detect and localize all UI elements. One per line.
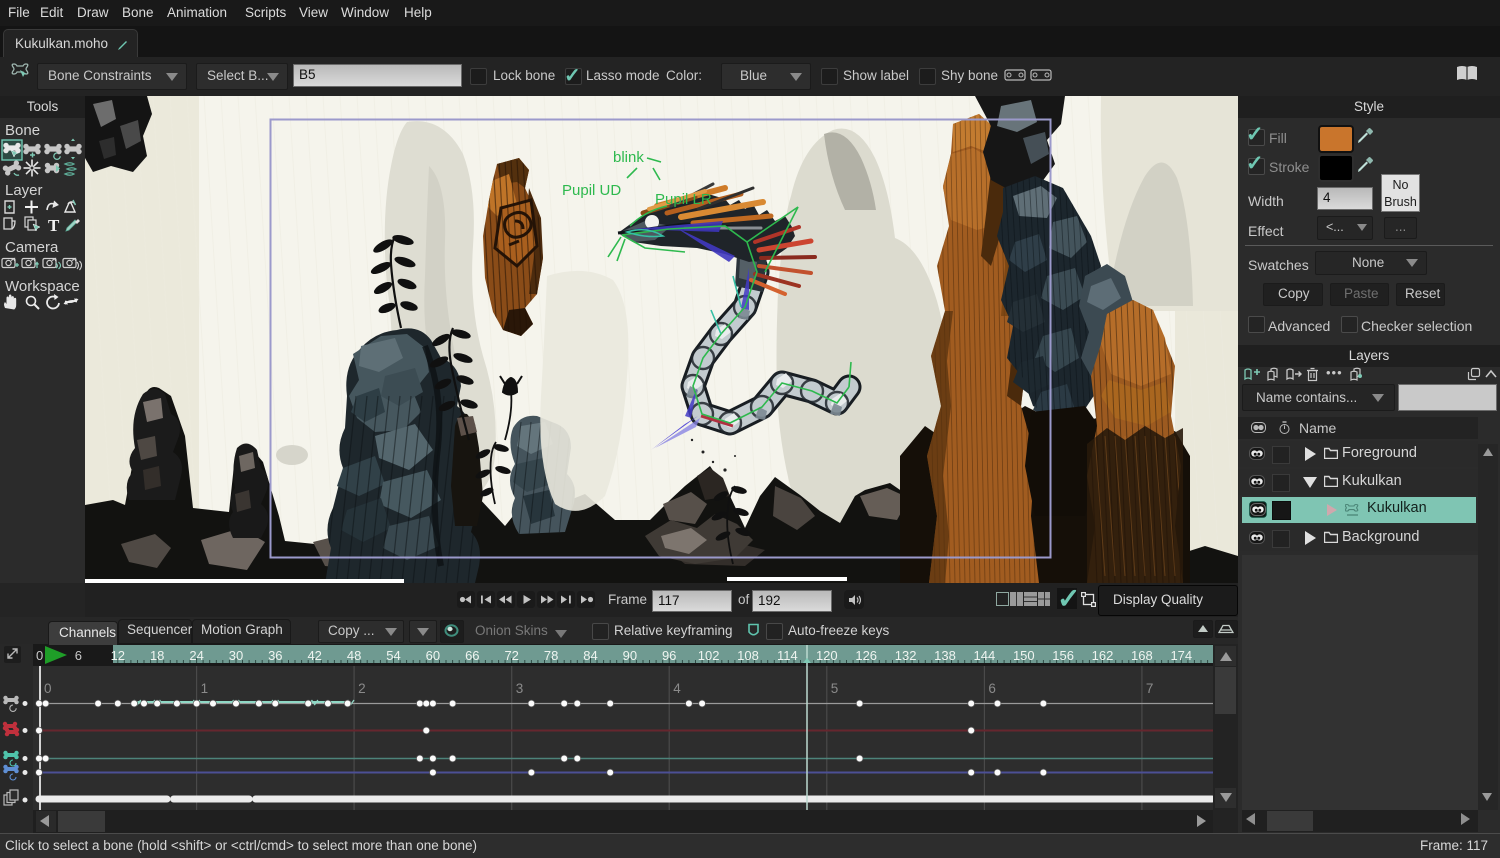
svg-text:0: 0 [44,681,52,696]
svg-text:Pupil LR: Pupil LR [655,191,712,208]
svg-text:54: 54 [386,648,400,663]
svg-text:7: 7 [1146,681,1154,696]
svg-text:84: 84 [583,648,597,663]
svg-text:174: 174 [1170,648,1192,663]
svg-text:156: 156 [1052,648,1074,663]
svg-text:66: 66 [465,648,479,663]
svg-text:42: 42 [307,648,321,663]
svg-text:6: 6 [75,648,82,663]
svg-text:114: 114 [777,648,798,663]
svg-text:150: 150 [1013,648,1035,663]
svg-text:60: 60 [426,648,440,663]
svg-text:78: 78 [544,648,558,663]
svg-text:4: 4 [673,681,681,696]
svg-text:36: 36 [268,648,282,663]
svg-text:102: 102 [698,648,720,663]
svg-text:1: 1 [201,681,209,696]
svg-text:18: 18 [150,648,164,663]
svg-text:0: 0 [36,648,43,663]
svg-text:126: 126 [855,648,877,663]
svg-text:T: T [48,216,60,235]
svg-text:5: 5 [831,681,839,696]
svg-text:2: 2 [358,681,366,696]
svg-text:24: 24 [189,648,203,663]
svg-text:12: 12 [111,648,125,663]
svg-text:144: 144 [974,648,996,663]
svg-text:96: 96 [662,648,676,663]
svg-text:blink: blink [613,149,644,166]
svg-text:168: 168 [1131,648,1153,663]
svg-text:162: 162 [1092,648,1114,663]
svg-text:48: 48 [347,648,361,663]
svg-text:30: 30 [229,648,243,663]
svg-text:138: 138 [934,648,956,663]
svg-text:72: 72 [504,648,518,663]
svg-text:108: 108 [737,648,759,663]
svg-text:132: 132 [895,648,917,663]
svg-text:3: 3 [516,681,524,696]
svg-text:120: 120 [816,648,838,663]
svg-text:Pupil UD: Pupil UD [562,182,621,199]
svg-text:90: 90 [623,648,637,663]
svg-text:6: 6 [988,681,996,696]
